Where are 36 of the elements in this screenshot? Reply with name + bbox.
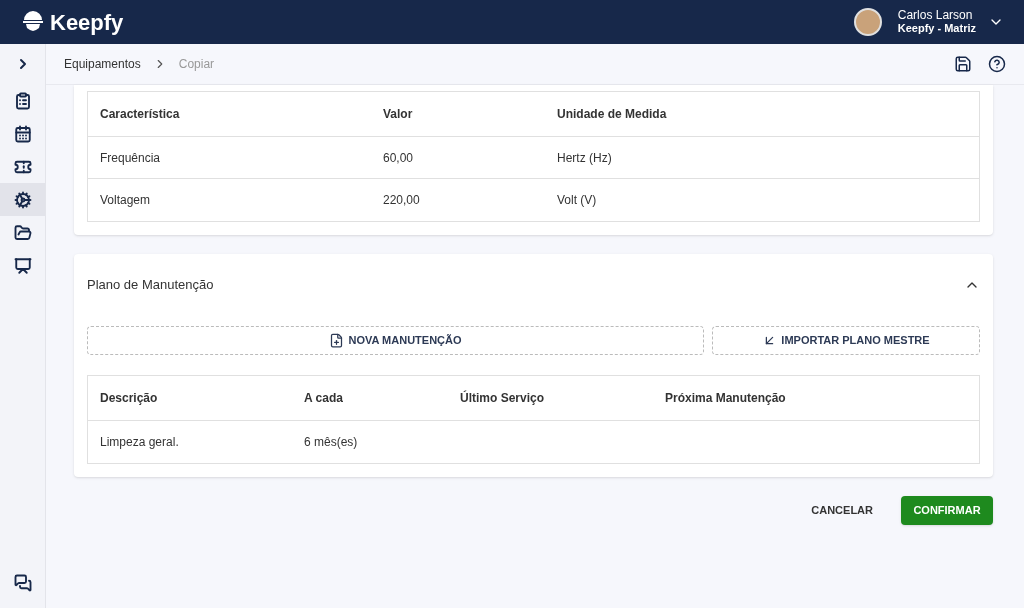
table-cell: 220,00	[383, 193, 420, 207]
new-maintenance-button[interactable]: NOVA MANUTENÇÃO	[87, 326, 704, 355]
help-icon[interactable]	[988, 55, 1006, 73]
column-header: Característica	[100, 106, 181, 123]
table-cell: 60,00	[383, 150, 414, 165]
clipboard-icon	[13, 91, 32, 110]
user-name: Carlos Larson	[897, 9, 974, 22]
column-header: Próxima Manutenção	[665, 390, 787, 407]
column-header: Valor	[383, 106, 414, 123]
chat-icon[interactable]	[13, 574, 32, 592]
file-plus-icon	[329, 333, 345, 348]
sidebar-item[interactable]	[0, 183, 45, 216]
avatar[interactable]	[853, 8, 882, 36]
table-cell: Voltagem	[100, 193, 151, 207]
logo-text: Keepfy	[50, 8, 124, 37]
table-cell: Frequência	[100, 150, 161, 165]
breadcrumb-current: Copiar	[178, 56, 215, 73]
breadcrumb-link[interactable]: Equipamentos	[64, 55, 141, 73]
save-icon[interactable]	[954, 55, 972, 73]
table-cell: Limpeza geral.	[100, 435, 179, 449]
column-header: Último Serviço	[460, 389, 546, 407]
table-cell: 6 mês(es)	[304, 435, 358, 449]
column-header: Unidade de Medida	[557, 106, 668, 123]
column-header: Descrição	[100, 390, 159, 407]
folder-icon	[13, 223, 32, 242]
calendar-icon	[13, 124, 32, 143]
section-title: Plano de Manutenção	[87, 276, 214, 295]
cog-icon	[13, 190, 32, 209]
import-master-plan-button[interactable]: IMPORTAR PLANO MESTRE	[712, 326, 980, 355]
confirm-button[interactable]: CONFIRMAR	[901, 496, 993, 525]
cancel-button[interactable]: CANCELAR	[803, 496, 881, 525]
monitor-chart-icon	[13, 256, 32, 275]
table-cell: Volt (V)	[557, 193, 597, 207]
company-name: Keepfy - Matriz	[897, 22, 976, 35]
column-header: A cada	[304, 390, 344, 407]
table-cell: Hertz (Hz)	[557, 150, 612, 165]
